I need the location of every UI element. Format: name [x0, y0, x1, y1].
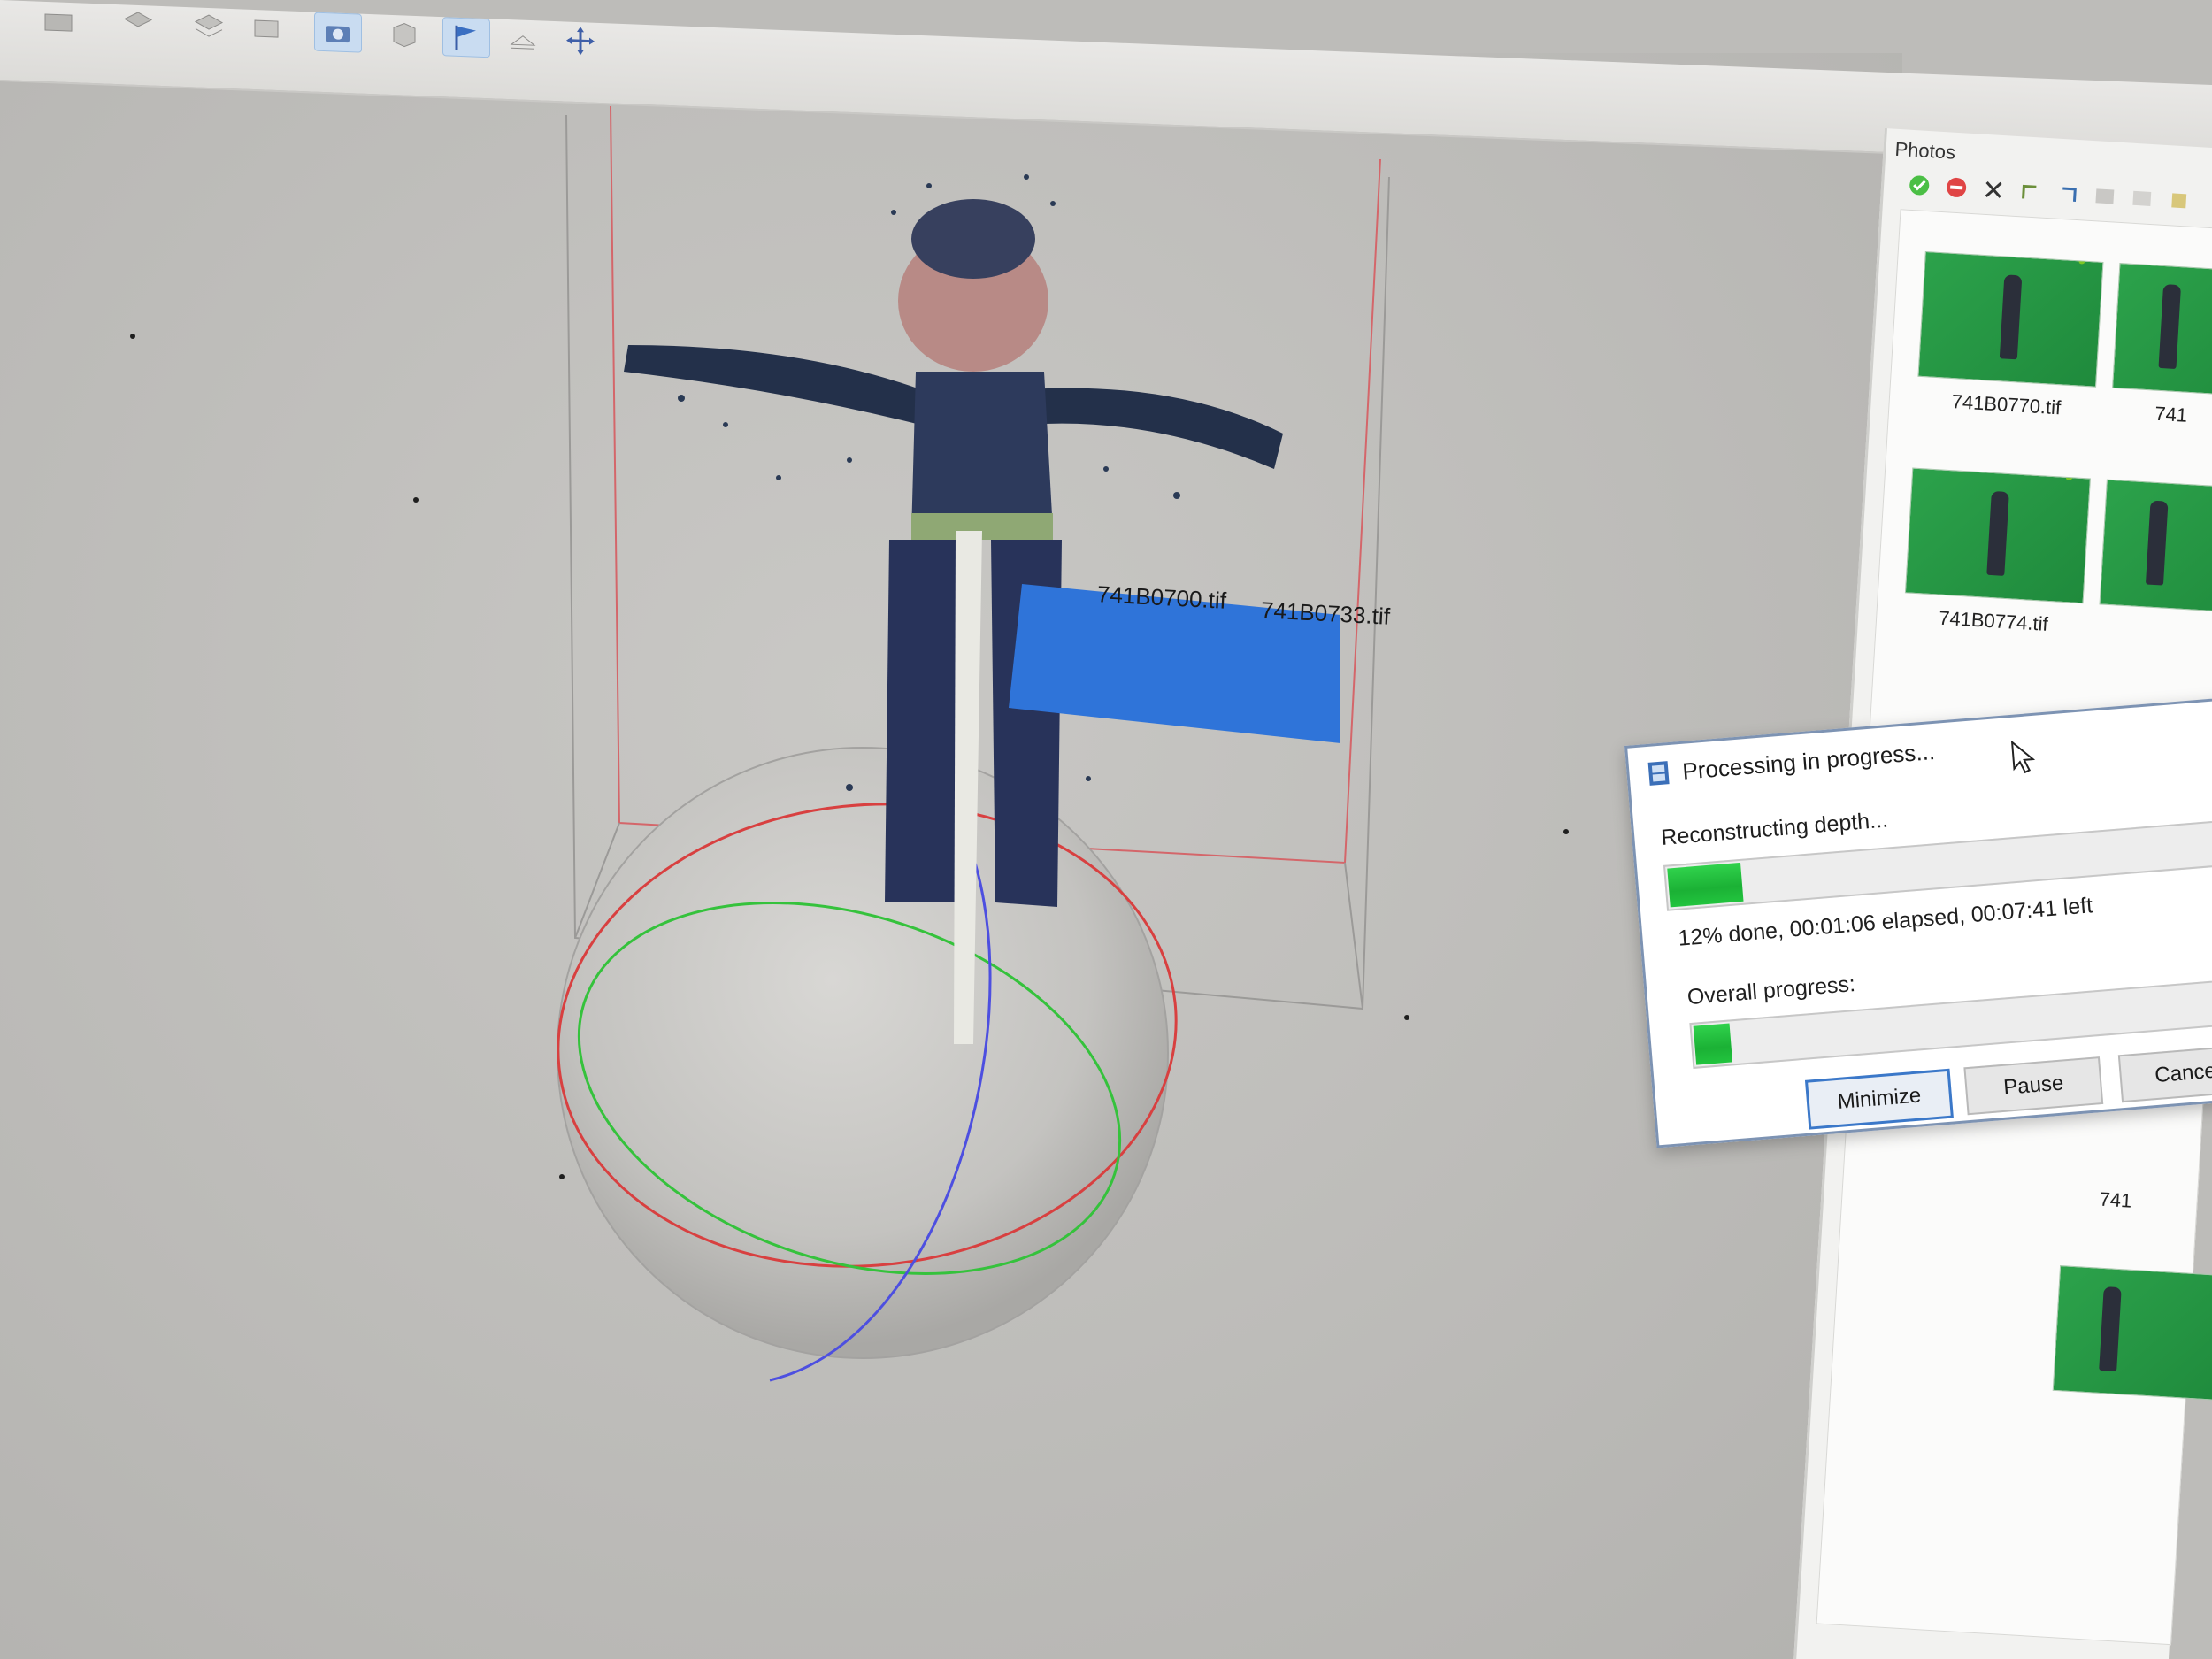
photo-thumbnail[interactable]: [2112, 263, 2212, 399]
view-icon[interactable]: [2092, 183, 2118, 210]
photo-label: 741: [2154, 402, 2188, 426]
disable-icon[interactable]: [1943, 174, 1970, 201]
photo-thumbnail[interactable]: ✔: [1917, 250, 2104, 388]
processing-dialog: Processing in progress... Reconstructing…: [1624, 691, 2212, 1148]
pause-button[interactable]: Pause: [1963, 1056, 2104, 1116]
remove-icon[interactable]: [1980, 177, 2007, 204]
camera-icon[interactable]: [314, 12, 362, 53]
photo-label: 741: [2098, 1187, 2133, 1212]
layers-icon[interactable]: [186, 7, 232, 46]
scene-canvas[interactable]: [0, 53, 1902, 1659]
more-icon[interactable]: [2166, 188, 2193, 214]
photo-subject: [2158, 283, 2182, 370]
cube-icon[interactable]: [380, 15, 426, 54]
grid-icon[interactable]: [500, 19, 546, 58]
dialog-title: Processing in progress...: [1681, 737, 1936, 785]
copy-icon[interactable]: [2129, 186, 2155, 212]
photo-subject: [2099, 1286, 2122, 1372]
enable-icon[interactable]: [1906, 173, 1932, 199]
flag-icon[interactable]: [442, 17, 490, 58]
overall-progress-fill: [1693, 1023, 1733, 1065]
rotate-left-icon[interactable]: [2017, 179, 2044, 205]
photo-thumbnail[interactable]: [2052, 1265, 2212, 1402]
photo-thumbnail[interactable]: ✔: [1904, 467, 2091, 604]
save-icon[interactable]: [115, 4, 161, 43]
minimize-button[interactable]: Minimize: [1804, 1068, 1954, 1130]
open-icon[interactable]: [35, 2, 81, 41]
rotate-right-icon[interactable]: [2055, 181, 2081, 208]
photo-label: 741B0774.tif: [1938, 606, 2049, 635]
screen: 741B0700.tif 741B0733.tif Y: [0, 0, 2212, 1659]
stage-label: Reconstructing depth...: [1660, 807, 1889, 850]
photo-subject: [2145, 500, 2169, 586]
model-viewport[interactable]: 741B0700.tif 741B0733.tif Y: [0, 53, 2147, 1659]
overall-progress-label: Overall progress:: [1686, 971, 1856, 1010]
photo-subject: [1986, 490, 2009, 576]
photo-subject: [1999, 274, 2023, 360]
cancel-button[interactable]: Cancel: [2117, 1044, 2212, 1103]
stack-icon[interactable]: [243, 10, 289, 49]
panel-title: Photos: [1893, 137, 1956, 164]
photo-thumbnail[interactable]: [2099, 479, 2212, 616]
move-icon[interactable]: [557, 21, 603, 60]
stage-progress-fill: [1667, 862, 1744, 908]
photos-toolbar: [1906, 173, 2192, 214]
film-icon: [1647, 761, 1670, 786]
mouse-cursor-icon: [2010, 740, 2036, 774]
photo-label: 741B0770.tif: [1951, 390, 2062, 419]
check-icon: ✔: [2062, 467, 2086, 490]
check-icon: ✔: [2074, 250, 2099, 273]
